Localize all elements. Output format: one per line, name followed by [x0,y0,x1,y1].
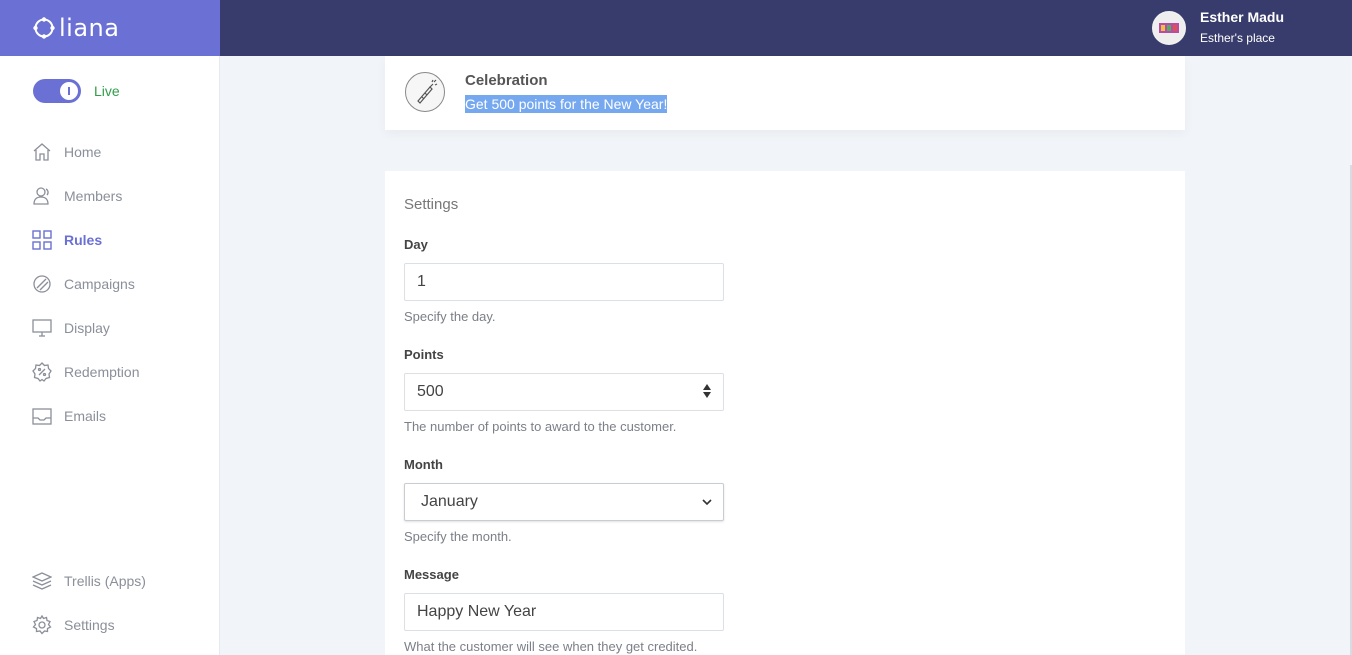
live-toggle-group: Live [33,79,120,103]
day-hint: Specify the day. [404,309,496,324]
sidebar-item-label: Settings [64,617,115,633]
sidebar-item-label: Campaigns [64,276,135,292]
home-icon [32,142,52,162]
sidebar-item-label: Trellis (Apps) [64,573,146,589]
brand-logo[interactable]: liana [0,0,220,56]
sidebar-item-campaigns[interactable]: Campaigns [32,274,135,294]
rules-grid-icon [32,230,52,250]
sidebar-item-label: Home [64,144,102,160]
month-label: Month [404,457,443,472]
brand-name: liana [59,14,120,42]
gear-icon [32,615,52,635]
month-select[interactable]: January [404,483,724,521]
sidebar-item-label: Members [64,188,123,204]
sidebar-item-redemption[interactable]: Redemption [32,362,140,382]
monitor-icon [32,318,52,338]
stepper-up-icon[interactable] [703,384,711,390]
layers-icon [32,571,52,591]
user-name: Esther Madu [1199,9,1284,25]
sidebar-item-settings[interactable]: Settings [32,615,115,635]
month-hint: Specify the month. [404,529,512,544]
campaigns-icon [32,274,52,294]
live-label: Live [94,83,120,99]
liana-logo-icon [33,17,55,39]
stepper-down-icon[interactable] [703,392,711,398]
message-hint: What the customer will see when they get… [404,639,698,654]
inbox-icon [32,406,52,426]
points-stepper[interactable] [703,384,711,398]
sidebar-item-members[interactable]: Members [32,186,122,206]
day-field[interactable] [404,263,724,301]
points-label: Points [404,347,444,362]
message-input[interactable] [417,603,711,621]
sidebar-item-emails[interactable]: Emails [32,406,106,426]
sidebar-item-home[interactable]: Home [32,142,101,162]
avatar[interactable] [1151,10,1186,45]
day-label: Day [404,237,428,252]
sidebar: Live Home Members Rules Campaigns Displa… [0,56,220,655]
user-menu[interactable]: Esther Madu Esther's place [1151,8,1284,47]
members-icon [32,186,52,206]
message-field[interactable] [404,593,724,631]
points-hint: The number of points to award to the cus… [404,419,677,434]
points-field[interactable] [404,373,724,411]
party-popper-icon [405,72,445,112]
day-input[interactable] [417,273,711,291]
rule-title: Celebration [465,72,548,89]
sidebar-item-trellis[interactable]: Trellis (Apps) [32,571,146,591]
user-place: Esther's place [1199,31,1275,45]
sidebar-item-label: Display [64,320,110,336]
sidebar-item-display[interactable]: Display [32,318,110,338]
sidebar-item-rules[interactable]: Rules [32,230,102,250]
settings-title: Settings [404,196,459,213]
rule-card: Celebration Get 500 points for the New Y… [385,56,1185,130]
live-toggle[interactable] [33,79,81,103]
message-label: Message [404,567,459,582]
chevron-down-icon [702,499,712,506]
rule-description: Get 500 points for the New Year! [465,95,668,113]
points-input[interactable] [417,383,711,401]
settings-card: Settings Day Specify the day. Points The… [385,171,1185,655]
sidebar-item-label: Redemption [64,364,140,380]
avatar-image-icon [1153,12,1184,43]
redemption-badge-icon [32,362,52,382]
toggle-knob [60,82,78,100]
month-selected-value: January [421,493,478,510]
sidebar-item-label: Emails [64,408,107,424]
top-bar: Esther Madu Esther's place [220,0,1352,56]
sidebar-item-label: Rules [64,232,103,248]
